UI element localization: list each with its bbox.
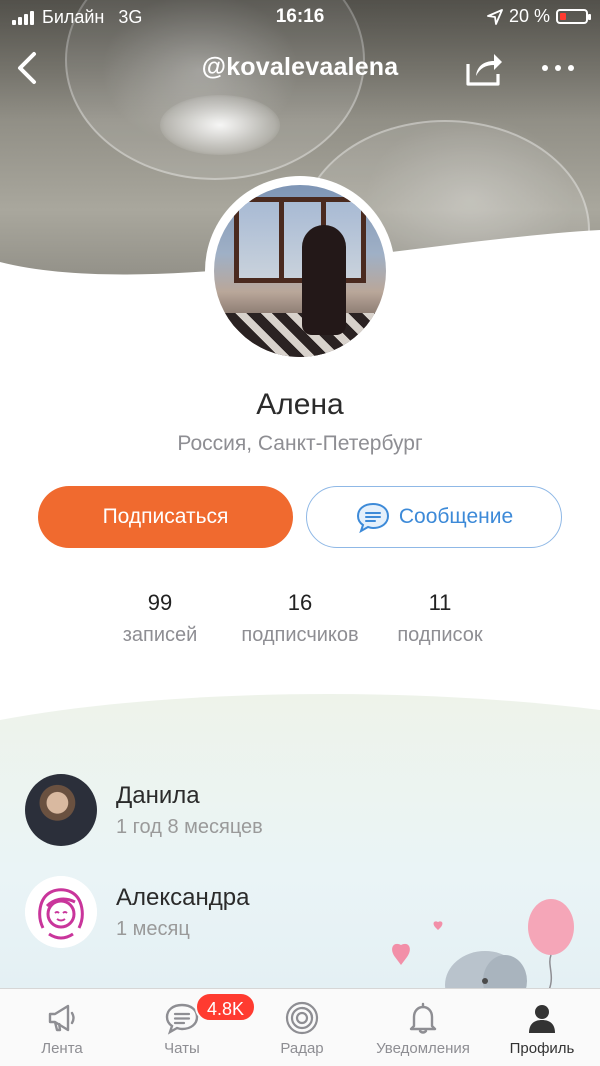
stat-posts[interactable]: 99 записей bbox=[100, 590, 220, 647]
avatar-photo bbox=[214, 185, 386, 357]
stat-following[interactable]: 11 подписок bbox=[380, 590, 500, 647]
friend-subtitle: 1 месяц bbox=[116, 918, 190, 940]
dot-icon bbox=[542, 65, 548, 71]
tab-radar[interactable]: Радар bbox=[260, 988, 344, 1066]
tab-label: Лента bbox=[41, 1040, 83, 1057]
chats-unread-badge: 4.8K bbox=[195, 992, 257, 1022]
dot-icon bbox=[568, 65, 574, 71]
battery-percent: 20 % bbox=[508, 6, 550, 26]
friend-name: Александра bbox=[116, 884, 250, 911]
stat-label: подписок bbox=[397, 624, 483, 646]
message-label: Сообщение bbox=[398, 505, 514, 528]
stat-value: 16 bbox=[287, 590, 313, 615]
stat-value: 99 bbox=[147, 590, 173, 615]
share-icon bbox=[466, 54, 502, 86]
more-options-button[interactable] bbox=[538, 50, 578, 86]
person-icon bbox=[529, 1005, 555, 1033]
radar-icon bbox=[285, 1001, 319, 1035]
subscribe-label: Подписаться bbox=[102, 505, 229, 528]
tab-profile[interactable]: Профиль bbox=[500, 988, 584, 1066]
tab-notifications[interactable]: Уведомления bbox=[366, 988, 480, 1066]
profile-stats: 99 записей 16 подписчиков 11 подписок bbox=[0, 590, 600, 660]
battery-icon bbox=[556, 9, 591, 24]
friend-subtitle: 1 год 8 месяцев bbox=[116, 816, 263, 838]
list-item[interactable]: Данила 1 год 8 месяцев bbox=[25, 774, 585, 846]
girl-avatar-icon bbox=[25, 876, 97, 948]
friend-name: Данила bbox=[116, 782, 200, 809]
profile-avatar[interactable] bbox=[205, 176, 395, 366]
share-button[interactable] bbox=[464, 48, 504, 88]
tab-label: Радар bbox=[280, 1040, 324, 1057]
tab-label: Профиль bbox=[509, 1040, 575, 1057]
message-button[interactable]: Сообщение bbox=[306, 486, 562, 548]
status-bar: Билайн 3G 16:16 20 % bbox=[0, 0, 600, 34]
stat-label: записей bbox=[122, 624, 198, 646]
stat-value: 11 bbox=[428, 590, 452, 615]
tab-feed[interactable]: Лента bbox=[20, 988, 104, 1066]
tab-label: Уведомления bbox=[376, 1040, 470, 1057]
elephant-balloon-illustration bbox=[392, 899, 574, 995]
tab-label: Чаты bbox=[164, 1040, 200, 1057]
friend-avatar bbox=[25, 876, 97, 948]
profile-username: @kovalevaalena bbox=[201, 53, 399, 81]
friend-avatar bbox=[25, 774, 97, 846]
dot-icon bbox=[555, 65, 561, 71]
top-nav: @kovalevaalena bbox=[0, 40, 600, 96]
stat-followers[interactable]: 16 подписчиков bbox=[225, 590, 375, 647]
profile-name: Алена bbox=[256, 388, 344, 421]
location-arrow-icon bbox=[487, 8, 503, 25]
stat-label: подписчиков bbox=[241, 624, 359, 646]
megaphone-icon bbox=[48, 1004, 75, 1032]
profile-location: Россия, Санкт-Петербург bbox=[177, 432, 423, 455]
message-bubble-icon bbox=[356, 502, 389, 533]
subscribe-button[interactable]: Подписаться bbox=[38, 486, 293, 548]
bell-icon bbox=[409, 1002, 437, 1034]
